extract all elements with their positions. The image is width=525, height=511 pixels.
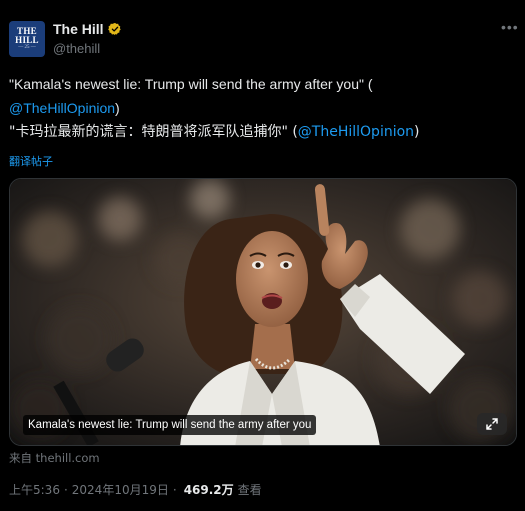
handle[interactable]: @thehill (53, 41, 100, 56)
tweet-english-close: ) (115, 100, 120, 116)
view-label: 查看 (237, 483, 262, 497)
media-caption: Kamala's newest lie: Trump will send the… (23, 415, 317, 435)
tweet-english-text: "Kamala's newest lie: Trump will send th… (9, 76, 373, 92)
separator: · (63, 482, 68, 497)
mention-link[interactable]: @TheHillOpinion (9, 100, 115, 116)
tweet-header: THE HILL — 25 — The Hill @thehill ••• (9, 20, 518, 60)
tweet-date[interactable]: 2024年10月19日 (72, 481, 169, 498)
mention-link[interactable]: @TheHillOpinion (298, 124, 414, 140)
tweet-line-english: "Kamala's newest lie: Trump will send th… (9, 72, 509, 120)
source-link[interactable]: 来自 thehill.com (9, 450, 100, 466)
view-count: 469.2万 (183, 483, 234, 497)
expand-icon[interactable] (477, 413, 507, 435)
media-photo (10, 179, 516, 445)
avatar[interactable]: THE HILL — 25 — (9, 21, 45, 57)
verified-badge-icon (107, 22, 121, 36)
tweet-chinese-text: "卡玛拉最新的谎言：特朗普将派军队追捕你" ( (9, 124, 298, 140)
tweet-meta: 上午5:36 · 2024年10月19日 · 469.2万 查看 (9, 481, 262, 498)
avatar-line-2: HILL (15, 35, 39, 45)
expand-arrows-icon (486, 418, 498, 430)
tweet-chinese-close: ) (414, 124, 420, 140)
media-card[interactable]: Kamala's newest lie: Trump will send the… (9, 178, 517, 446)
name-row: The Hill (53, 21, 122, 37)
translate-post-link[interactable]: 翻译帖子 (9, 153, 53, 169)
more-icon[interactable]: ••• (501, 20, 518, 38)
display-name[interactable]: The Hill (53, 21, 104, 37)
separator: · (172, 482, 177, 497)
tweet-time[interactable]: 上午5:36 (9, 481, 60, 498)
tweet-text: "Kamala's newest lie: Trump will send th… (9, 72, 509, 144)
tweet-line-chinese: "卡玛拉最新的谎言：特朗普将派军队追捕你" (@TheHillOpinion) (9, 120, 509, 144)
avatar-line-3: — 25 — (18, 45, 36, 50)
